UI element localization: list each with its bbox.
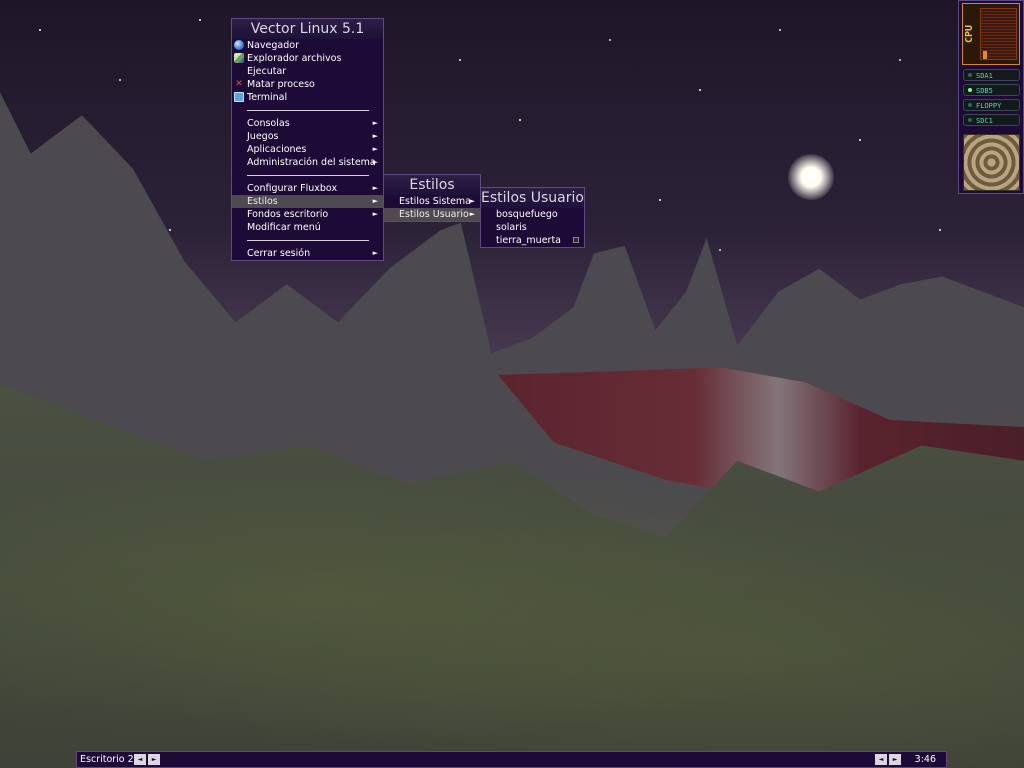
- submenu-arrow-icon: ►: [372, 145, 378, 153]
- drive-monitor-sdb5[interactable]: SDB5: [963, 84, 1020, 96]
- drive-led-icon: [968, 118, 972, 122]
- menu-item-label: Matar proceso: [247, 79, 315, 90]
- menu-item-solaris[interactable]: solaris: [481, 221, 584, 234]
- desktop-wallpaper[interactable]: [0, 0, 1024, 768]
- drive-monitor-sda1[interactable]: SDA1: [963, 69, 1020, 81]
- menu-item-consolas[interactable]: Consolas ►: [232, 117, 383, 130]
- menu-item-aplicaciones[interactable]: Aplicaciones ►: [232, 143, 383, 156]
- submenu-arrow-icon: ►: [372, 119, 378, 127]
- terrain-texture: [0, 480, 1024, 768]
- submenu-arrow-icon: ►: [372, 132, 378, 140]
- menu-item-label: Estilos Usuario: [399, 209, 469, 220]
- menu-separator: [232, 104, 383, 117]
- moon-glow: [788, 154, 834, 200]
- menu-item-label: Estilos Sistema: [399, 196, 472, 207]
- root-menu: Vector Linux 5.1 Navegador Explorador arc…: [231, 18, 384, 261]
- menu-item-administracion-del-sistema[interactable]: Administración del sistema ►: [232, 156, 383, 169]
- menu-item-fondos-escritorio[interactable]: Fondos escritorio ►: [232, 208, 383, 221]
- drive-monitor-sdc1[interactable]: SDC1: [963, 114, 1020, 126]
- clock[interactable]: 3:46: [915, 754, 936, 766]
- drive-label: FLOPPY: [976, 102, 1002, 110]
- submenu-arrow-icon: ►: [372, 210, 378, 218]
- menu-item-label: Fondos escritorio: [247, 209, 329, 220]
- menu-item-modificar-menu[interactable]: Modificar menú: [232, 221, 383, 234]
- menu-item-label: Aplicaciones: [247, 144, 307, 155]
- drive-led-icon: [968, 73, 972, 77]
- menu-item-ejecutar[interactable]: Ejecutar: [232, 65, 383, 78]
- toolbar: Escritorio 2 ◄ ► ◄ ► 3:46: [76, 751, 947, 768]
- menu-item-label: Navegador: [247, 40, 299, 51]
- drive-led-icon: [968, 88, 972, 92]
- root-menu-title: Vector Linux 5.1: [232, 19, 383, 39]
- menu-item-tierra-muerta[interactable]: tierra_muerta: [481, 234, 584, 247]
- submenu-arrow-icon: ►: [372, 197, 378, 205]
- styles-submenu: Estilos Estilos Sistema ► Estilos Usuario ►: [383, 174, 481, 222]
- user-styles-submenu-title: Estilos Usuario: [481, 188, 584, 208]
- user-styles-submenu: Estilos Usuario bosquefuego solaris tierra…: [480, 187, 585, 248]
- kill-icon: ✕: [235, 79, 243, 89]
- submenu-arrow-icon: ►: [469, 210, 475, 218]
- drive-monitor-floppy[interactable]: FLOPPY: [963, 99, 1020, 111]
- menu-item-bosquefuego[interactable]: bosquefuego: [481, 208, 584, 221]
- styles-submenu-title: Estilos: [384, 175, 480, 195]
- menu-item-terminal[interactable]: Terminal: [232, 91, 383, 104]
- menu-item-label: bosquefuego: [496, 209, 558, 220]
- window-prev-button[interactable]: ◄: [875, 754, 887, 765]
- terminal-icon: [234, 92, 244, 102]
- menu-item-label: Configurar Fluxbox: [247, 183, 338, 194]
- file-manager-icon: [234, 53, 244, 63]
- menu-item-label: Cerrar sesión: [247, 248, 311, 259]
- globe-icon: [234, 40, 244, 50]
- menu-item-matar-proceso[interactable]: ✕ Matar proceso: [232, 78, 383, 91]
- drive-label: SDC1: [976, 117, 993, 125]
- styles-submenu-items: Estilos Sistema ► Estilos Usuario ►: [384, 195, 480, 221]
- menu-item-label: Administración del sistema: [247, 157, 376, 168]
- slit-dock: CPU SDA1 SDB5 FLOPPY SDC1: [958, 0, 1024, 194]
- cpu-usage-bar: [983, 51, 987, 59]
- drive-label: SDA1: [976, 72, 993, 80]
- menu-item-label: Juegos: [247, 131, 279, 142]
- menu-item-label: Estilos: [247, 196, 278, 207]
- menu-item-label: Terminal: [247, 92, 288, 103]
- menu-separator: [232, 169, 383, 182]
- menu-item-navegador[interactable]: Navegador: [232, 39, 383, 52]
- submenu-arrow-icon: ►: [469, 197, 475, 205]
- menu-item-juegos[interactable]: Juegos ►: [232, 130, 383, 143]
- submenu-arrow-icon: ►: [372, 158, 378, 166]
- workspace-prev-button[interactable]: ◄: [134, 754, 146, 765]
- selected-indicator-icon: [573, 237, 579, 243]
- menu-item-configurar-fluxbox[interactable]: Configurar Fluxbox ►: [232, 182, 383, 195]
- drive-label: SDB5: [976, 87, 993, 95]
- submenu-arrow-icon: ►: [372, 249, 378, 257]
- menu-item-label: solaris: [496, 222, 527, 233]
- cpu-label: CPU: [964, 24, 975, 44]
- menu-item-label: Modificar menú: [247, 222, 321, 233]
- user-styles-submenu-items: bosquefuego solaris tierra_muerta: [481, 208, 584, 247]
- workspace-next-button[interactable]: ►: [148, 754, 160, 765]
- menu-item-label: Explorador archivos: [247, 53, 342, 64]
- submenu-arrow-icon: ►: [372, 184, 378, 192]
- menu-separator: [232, 234, 383, 247]
- menu-item-label: Ejecutar: [247, 66, 287, 77]
- menu-item-explorador-archivos[interactable]: Explorador archivos: [232, 52, 383, 65]
- workspace-name[interactable]: Escritorio 2: [80, 754, 134, 766]
- menu-item-estilos-sistema[interactable]: Estilos Sistema ►: [384, 195, 480, 208]
- window-next-button[interactable]: ►: [889, 754, 901, 765]
- menu-item-estilos-usuario[interactable]: Estilos Usuario ►: [384, 208, 480, 221]
- menu-item-estilos[interactable]: Estilos ►: [232, 195, 383, 208]
- decorative-dockapp[interactable]: [963, 134, 1020, 191]
- menu-item-label: Consolas: [247, 118, 290, 129]
- cpu-graph: [980, 8, 1017, 60]
- root-menu-items: Navegador Explorador archivos Ejecutar ✕ Mat…: [232, 39, 383, 260]
- cpu-monitor-dockapp[interactable]: CPU: [962, 3, 1020, 65]
- menu-item-label: tierra_muerta: [496, 235, 561, 246]
- drive-led-icon: [968, 103, 972, 107]
- menu-item-cerrar-sesion[interactable]: Cerrar sesión ►: [232, 247, 383, 260]
